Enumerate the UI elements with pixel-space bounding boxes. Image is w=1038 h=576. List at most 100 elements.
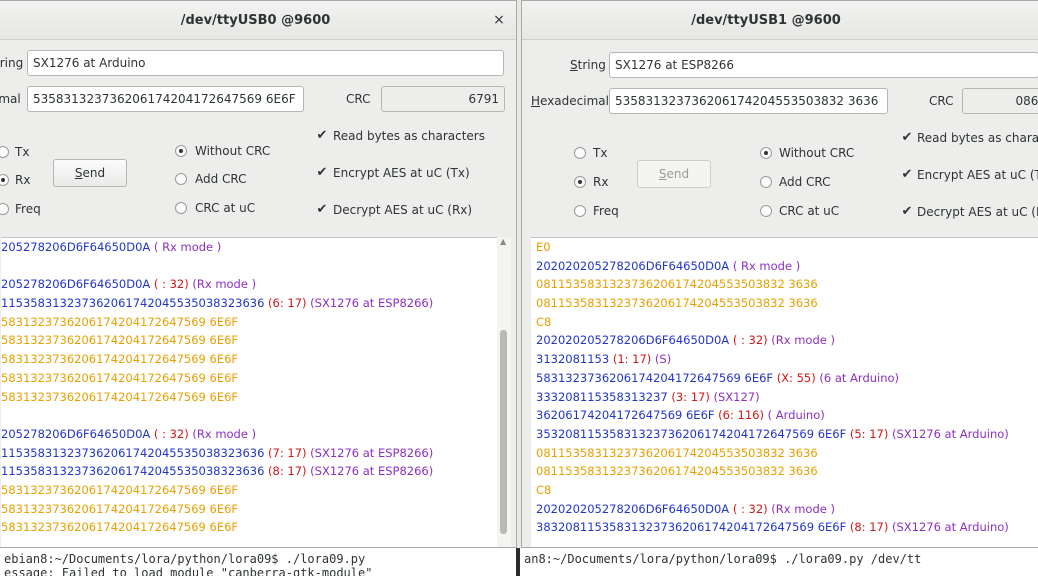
radio-freq[interactable] [574, 205, 586, 217]
radio-add-crc[interactable] [175, 173, 187, 185]
log-segment: 35320811535831323736206174204172647569 6… [536, 426, 847, 441]
radio-freq[interactable] [0, 203, 9, 215]
title-bar[interactable]: /dev/ttyUSB0 @9600 × [0, 1, 516, 40]
log-line: 3132081153 (1: 17) (S) [536, 350, 1038, 369]
radio-add-crc-label: Add CRC [779, 175, 831, 189]
checkbox-read-bytes[interactable]: ✔ [900, 131, 914, 145]
log-segment: 115358313237362061742045535038323636 [1, 464, 265, 479]
radio-without-crc[interactable] [760, 147, 772, 159]
window-ttyusb0[interactable]: /dev/ttyUSB0 @9600 × tring SX1276 at Ard… [0, 0, 517, 548]
log-segment: ( : 32) [729, 333, 768, 348]
log-segment: 0811535831323736206174204553503832 3636 [536, 277, 818, 292]
close-button[interactable]: × [489, 10, 509, 30]
window-ttyusb1[interactable]: /dev/ttyUSB1 @9600 String SX1276 at ESP8… [521, 0, 1038, 548]
checkbox-decrypt-aes-label: Decrypt AES at uC (Rx) [333, 203, 473, 217]
string-input[interactable]: SX1276 at Arduino [27, 50, 504, 76]
checkbox-encrypt-aes-label: Encrypt AES at uC (T [917, 168, 1038, 182]
log-segment: (Rx mode ) [767, 501, 835, 516]
radio-add-crc[interactable] [760, 176, 772, 188]
log-line: 0811535831323736206174204553503832 3636 [536, 444, 1038, 463]
radio-add-crc-label: Add CRC [195, 172, 247, 186]
log-segment: 5831323736206174204172647569 6E6F [536, 370, 774, 385]
log-segment: 0811535831323736206174204553503832 3636 [536, 296, 818, 311]
log-segment: ( : 32) [729, 501, 768, 516]
log-line: 5831323736206174204172647569 6E6F [1, 350, 497, 369]
checkbox-decrypt-aes[interactable]: ✔ [900, 205, 914, 219]
log-line: 333208115358313237 (3: 17) (SX127) [536, 388, 1038, 407]
log-segment: (SX1276 at ESP8266) [306, 464, 434, 479]
send-button[interactable]: Send [637, 160, 711, 188]
radio-without-crc[interactable] [175, 145, 187, 157]
log-line: 35320811535831323736206174204172647569 6… [536, 425, 1038, 444]
log-line: 5831323736206174204172647569 6E6F [1, 369, 497, 388]
log-segment: 205278206D6F64650D0A [1, 240, 151, 254]
hexadecimal-label: imal [0, 92, 21, 106]
log-scrollbar[interactable]: ▲ [497, 237, 511, 547]
crc-label: CRC [346, 92, 371, 106]
log-segment: ( : 32) [150, 277, 189, 292]
log-segment: 333208115358313237 [536, 389, 668, 404]
log-scrollbar-thumb[interactable] [500, 330, 507, 534]
radio-rx[interactable] [574, 176, 586, 188]
log-segment: (1: 17) [609, 352, 652, 367]
radio-tx[interactable] [0, 146, 9, 158]
checkbox-decrypt-aes[interactable]: ✔ [315, 203, 329, 217]
hexadecimal-label: Hexadecimal [531, 94, 609, 108]
send-button[interactable]: Send [53, 159, 127, 187]
checkbox-decrypt-aes-label: Decrypt AES at uC (R [917, 205, 1038, 219]
crc-value: 6791 [381, 86, 505, 112]
log-segment: (SX1276 at ESP8266) [306, 445, 434, 460]
log-line: 205278206D6F64650D0A ( : 32) (Rx mode ) [1, 275, 497, 294]
checkbox-encrypt-aes[interactable]: ✔ [315, 166, 329, 180]
log-segment: 5831323736206174204172647569 6E6F [1, 314, 239, 329]
log-segment: (X: 55) [773, 370, 816, 385]
hexadecimal-input[interactable]: 535831323736206174204172647569 6E6F [27, 86, 304, 112]
window-title: /dev/ttyUSB0 @9600 [180, 13, 331, 28]
log-segment: 5831323736206174204172647569 6E6F [1, 333, 239, 348]
radio-crc-at-uc-label: CRC at uC [195, 201, 256, 215]
title-bar[interactable]: /dev/ttyUSB1 @9600 [522, 1, 1038, 40]
checkbox-read-bytes[interactable]: ✔ [315, 129, 329, 143]
log-segment: (S) [651, 352, 672, 367]
string-input[interactable]: SX1276 at ESP8266 [609, 52, 1038, 78]
radio-freq-label: Freq [593, 204, 619, 218]
log-line: 5831323736206174204172647569 6E6F [1, 518, 497, 537]
log-segment: 205278206D6F64650D0A [1, 426, 151, 441]
radio-crc-at-uc[interactable] [175, 202, 187, 214]
received-log[interactable]: 205278206D6F64650D0A ( Rx mode ) 2052782… [1, 237, 497, 547]
log-segment: (8: 17) [846, 520, 889, 535]
terminal-left[interactable]: ebian8:~/Documents/lora/python/lora09$ .… [0, 548, 516, 576]
log-segment: ( Arduino) [763, 408, 825, 423]
radio-rx[interactable] [0, 174, 9, 186]
log-segment: ( : 32) [150, 426, 189, 441]
log-segment: 5831323736206174204172647569 6E6F [1, 482, 239, 497]
log-segment: 115358313237362061742045535038323636 [1, 445, 265, 460]
log-line: 115358313237362061742045535038323636 (8:… [1, 462, 497, 481]
string-label: String [570, 58, 606, 72]
log-segment: 0811535831323736206174204553503832 3636 [536, 445, 818, 460]
terminal-line: ebian8:~/Documents/lora/python/lora09$ .… [4, 552, 366, 566]
log-line: C8 [536, 313, 1038, 332]
log-segment: (6: 116) [714, 408, 764, 423]
checkbox-encrypt-aes[interactable]: ✔ [900, 168, 914, 182]
hexadecimal-label-mnemonic: H [531, 94, 541, 108]
log-line: 5831323736206174204172647569 6E6F [1, 481, 497, 500]
received-log[interactable]: E0 202020205278206D6F64650D0A ( Rx mode )… [531, 237, 1038, 547]
log-segment: (6: 17) [264, 296, 307, 311]
send-button-mnemonic: S [74, 166, 83, 180]
radio-rx-label: Rx [15, 173, 31, 187]
log-segment: (SX1276 at Arduino) [888, 520, 1009, 535]
log-line: 5831323736206174204172647569 6E6F [1, 388, 497, 407]
terminal-line: an8:~/Documents/lora/python/lora09$ ./lo… [524, 552, 922, 566]
scroll-up-icon[interactable]: ▲ [500, 237, 506, 246]
radio-tx[interactable] [574, 147, 586, 159]
checkbox-read-bytes-label: Read bytes as characters [333, 129, 485, 143]
send-button-label: end [666, 167, 690, 181]
terminal-right[interactable]: an8:~/Documents/lora/python/lora09$ ./lo… [520, 548, 1038, 576]
hexadecimal-input[interactable]: 535831323736206174204553503832 3636 [609, 88, 888, 114]
radio-tx-label: Tx [593, 146, 608, 160]
log-line: 5831323736206174204172647569 6E6F [1, 313, 497, 332]
log-segment: 5831323736206174204172647569 6E6F [1, 352, 239, 367]
log-line: 202020205278206D6F64650D0A ( : 32) (Rx m… [536, 500, 1038, 519]
radio-crc-at-uc[interactable] [760, 205, 772, 217]
